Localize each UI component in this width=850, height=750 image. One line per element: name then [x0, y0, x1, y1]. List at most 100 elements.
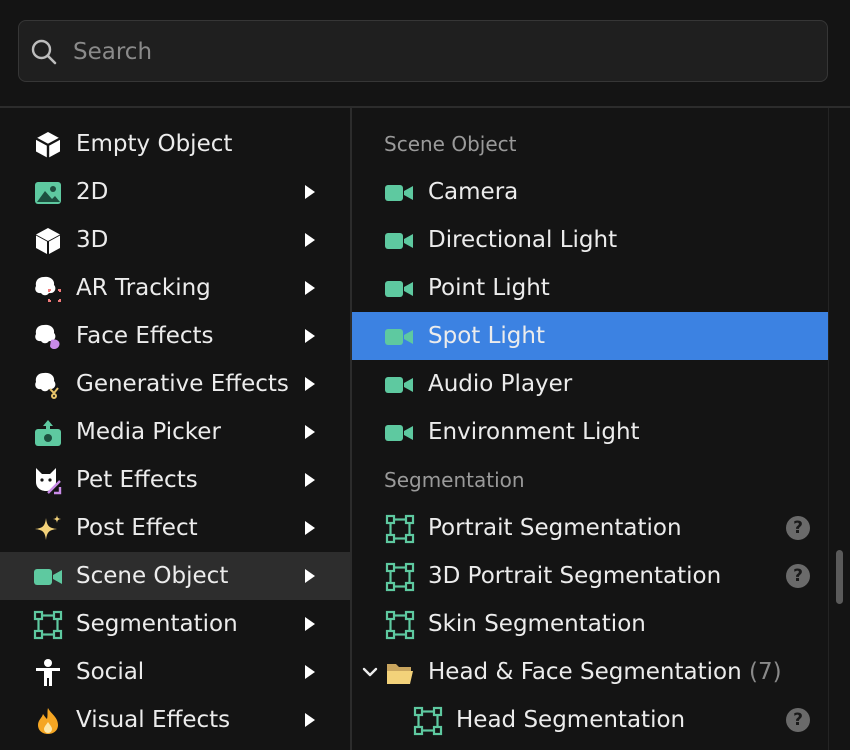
video-camera-icon	[384, 418, 414, 448]
pet-effects-icon	[36, 468, 62, 495]
menu-item-empty-object[interactable]: Empty Object	[0, 120, 350, 168]
submenu-arrow-icon	[305, 281, 315, 295]
segmentation-icon	[385, 562, 415, 592]
submenu-item-label: Portrait Segmentation	[428, 515, 682, 541]
video-camera-icon	[384, 322, 414, 352]
submenu-arrow-icon	[305, 569, 315, 583]
submenu-item-label: Camera	[428, 179, 519, 205]
scrollbar-track[interactable]	[828, 108, 850, 750]
chevron-down-icon[interactable]	[360, 662, 380, 682]
submenu-arrow-icon	[305, 665, 315, 679]
search-icon	[31, 39, 57, 65]
menu-item-label: AR Tracking	[76, 275, 211, 301]
menu-item-ar-tracking[interactable]: AR Tracking	[0, 264, 350, 312]
submenu-item-camera[interactable]: Camera	[352, 168, 828, 216]
submenu-item-portrait-segmentation[interactable]: Portrait Segmentation ?	[352, 504, 828, 552]
menu-item-3d[interactable]: 3D	[0, 216, 350, 264]
submenu-panel: Scene Object Camera Directional Light Po…	[352, 108, 828, 750]
folder-open-icon	[387, 664, 413, 684]
menu-item-2d[interactable]: 2D	[0, 168, 350, 216]
section-header-scene-object: Scene Object	[384, 132, 517, 156]
submenu-arrow-icon	[305, 377, 315, 391]
submenu-item-label: Directional Light	[428, 227, 618, 253]
submenu-item-3d-portrait-segmentation[interactable]: 3D Portrait Segmentation ?	[352, 552, 828, 600]
video-camera-icon	[384, 226, 414, 256]
sparkle-icon	[35, 515, 61, 540]
submenu-item-label: Head Segmentation	[456, 707, 686, 733]
menu-item-segmentation[interactable]: Segmentation	[0, 600, 350, 648]
submenu-arrow-icon	[305, 713, 315, 727]
video-camera-icon	[384, 370, 414, 400]
section-header-segmentation: Segmentation	[384, 468, 525, 492]
media-picker-icon	[35, 420, 61, 446]
submenu-item-environment-light[interactable]: Environment Light	[352, 408, 828, 456]
segmentation-icon	[413, 706, 443, 736]
menu-item-label: Face Effects	[76, 323, 214, 349]
search-area	[0, 0, 850, 107]
segmentation-icon	[33, 610, 63, 640]
menu-item-label: Media Picker	[76, 419, 221, 445]
menu-item-label: Pet Effects	[76, 467, 198, 493]
menu-item-generative-effects[interactable]: Generative Effects	[0, 360, 350, 408]
menu-item-label: 3D	[76, 227, 109, 253]
category-list: Empty Object 2D 3D AR Tracking Face Effe…	[0, 108, 350, 750]
menu-item-label: Post Effect	[76, 515, 198, 541]
submenu-item-point-light[interactable]: Point Light	[352, 264, 828, 312]
face-effects-icon	[35, 324, 60, 349]
submenu-item-label: Spot Light	[428, 323, 545, 349]
submenu-item-head-segmentation[interactable]: Head Segmentation ?	[352, 696, 828, 744]
video-camera-icon	[384, 178, 414, 208]
menu-item-visual-effects[interactable]: Visual Effects	[0, 696, 350, 744]
submenu-item-label: 3D Portrait Segmentation	[428, 563, 722, 589]
folder-label: Head & Face Segmentation (7)	[428, 657, 782, 687]
menu-item-social[interactable]: Social	[0, 648, 350, 696]
person-icon	[36, 659, 60, 686]
video-camera-icon	[384, 274, 414, 304]
cube-outline-icon	[35, 132, 61, 158]
segmentation-icon	[385, 514, 415, 544]
submenu-arrow-icon	[305, 473, 315, 487]
submenu-item-label: Point Light	[428, 275, 550, 301]
menu-item-label: Scene Object	[76, 563, 229, 589]
segmentation-icon	[385, 610, 415, 640]
scrollbar-thumb[interactable]	[836, 550, 843, 604]
menu-item-label: Segmentation	[76, 611, 238, 637]
submenu-item-directional-light[interactable]: Directional Light	[352, 216, 828, 264]
menu-item-label: Generative Effects	[76, 371, 289, 397]
submenu-item-label: Skin Segmentation	[428, 611, 646, 637]
folder-name: Head & Face Segmentation	[428, 659, 742, 685]
menu-item-face-effects[interactable]: Face Effects	[0, 312, 350, 360]
menu-item-pet-effects[interactable]: Pet Effects	[0, 456, 350, 504]
menu-item-label: Visual Effects	[76, 707, 231, 733]
submenu-arrow-icon	[305, 521, 315, 535]
menu-item-label: 2D	[76, 179, 109, 205]
submenu-arrow-icon	[305, 185, 315, 199]
submenu-arrow-icon	[305, 233, 315, 247]
menu-item-label: Empty Object	[76, 131, 233, 157]
submenu-arrow-icon	[305, 329, 315, 343]
menu-item-post-effect[interactable]: Post Effect	[0, 504, 350, 552]
submenu-arrow-icon	[305, 617, 315, 631]
help-icon[interactable]: ?	[786, 516, 810, 540]
help-icon[interactable]: ?	[786, 564, 810, 588]
search-input[interactable]	[71, 32, 815, 72]
cube-icon	[36, 228, 60, 254]
ar-tracking-icon	[35, 276, 61, 302]
submenu-item-skin-segmentation[interactable]: Skin Segmentation	[352, 600, 828, 648]
folder-count: (7)	[748, 659, 782, 685]
video-camera-icon	[33, 562, 63, 592]
menu-item-media-picker[interactable]: Media Picker	[0, 408, 350, 456]
help-icon[interactable]: ?	[786, 708, 810, 732]
submenu-item-audio-player[interactable]: Audio Player	[352, 360, 828, 408]
flame-icon	[38, 708, 58, 734]
menu-item-scene-object[interactable]: Scene Object	[0, 552, 350, 600]
folder-head-face-segmentation[interactable]: Head & Face Segmentation (7)	[352, 648, 828, 696]
search-box[interactable]	[18, 20, 828, 82]
submenu-item-label: Audio Player	[428, 371, 573, 397]
menu-item-label: Social	[76, 659, 145, 685]
submenu-item-spot-light[interactable]: Spot Light	[352, 312, 828, 360]
generative-effects-icon	[35, 372, 59, 399]
submenu-arrow-icon	[305, 425, 315, 439]
image-icon	[35, 182, 61, 204]
submenu-item-label: Environment Light	[428, 419, 640, 445]
